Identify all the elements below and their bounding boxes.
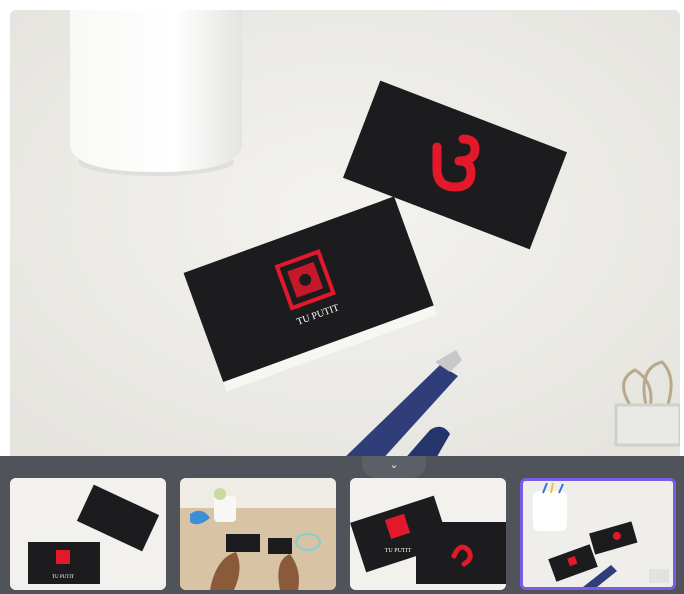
thumbnail-2[interactable] <box>180 478 336 590</box>
chevron-down-icon: ⌄ <box>389 459 399 471</box>
main-image-viewer[interactable]: TU PUTIT <box>10 10 680 462</box>
main-image: TU PUTIT <box>10 10 680 462</box>
thumbnail-1-caption: TU PUTIT <box>52 575 74 580</box>
thumbnail-4-image <box>523 481 673 587</box>
thumbnail-1[interactable]: TU PUTIT <box>10 478 166 590</box>
thumbnail-2-image <box>180 478 336 590</box>
thumbnail-1-image: TU PUTIT <box>10 478 166 590</box>
vase <box>70 10 242 176</box>
collapse-toggle[interactable]: ⌄ <box>362 456 426 478</box>
thumbnail-strip: ⌄ TU PUTIT TU PUTIT <box>0 456 684 594</box>
thumbnail-3[interactable]: TU PUTIT <box>350 478 506 590</box>
thumbnail-3-image: TU PUTIT <box>350 478 506 590</box>
thumbnail-3-caption: TU PUTIT <box>385 548 412 554</box>
thumbnail-4[interactable] <box>520 478 676 590</box>
